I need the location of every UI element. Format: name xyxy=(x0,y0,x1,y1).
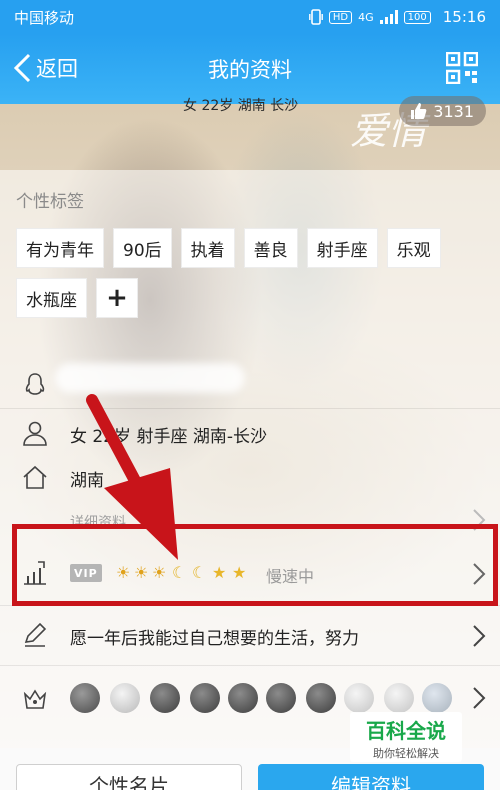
tags-list: 有为青年 90后 执着 善良 射手座 乐观 水瓶座 + xyxy=(16,228,486,318)
network-type: 4G xyxy=(358,10,374,24)
tag-item[interactable]: 90后 xyxy=(113,228,172,268)
divider xyxy=(0,665,500,666)
status-bar: 中国移动 HD 4G 100 15:16 xyxy=(0,0,500,34)
page-title: 我的资料 xyxy=(208,58,292,82)
profile-card-button[interactable]: 个性名片 xyxy=(16,764,242,790)
medal-badge-icon[interactable] xyxy=(110,683,140,713)
medal-badge-icon[interactable] xyxy=(70,683,100,713)
likes-button[interactable]: 3131 xyxy=(399,96,486,126)
medal-badge-icon[interactable] xyxy=(228,683,258,713)
thumbs-up-icon xyxy=(411,103,427,119)
medal-badge-icon[interactable] xyxy=(344,683,374,713)
watermark-subtitle: 助你轻松解决 xyxy=(373,747,439,760)
highlight-box xyxy=(12,524,498,606)
medal-badge-icon[interactable] xyxy=(190,683,220,713)
crown-icon xyxy=(23,689,47,709)
medal-badge-icon[interactable] xyxy=(266,683,296,713)
tag-item[interactable]: 水瓶座 xyxy=(16,278,87,318)
tag-item[interactable]: 善良 xyxy=(243,228,298,268)
edit-profile-button[interactable]: 编辑资料 xyxy=(258,764,484,790)
tag-item[interactable]: 有为青年 xyxy=(16,228,104,268)
carrier-name: 中国移动 xyxy=(14,8,75,27)
medal-badge-icon[interactable] xyxy=(150,683,180,713)
watermark-logo: 百科全说 xyxy=(366,719,446,743)
signature-text[interactable]: 愿一年后我能过自己想要的生活，努力 xyxy=(70,624,359,649)
divider xyxy=(0,408,500,409)
clock: 15:16 xyxy=(442,8,486,26)
status-icons: HD 4G 100 15:16 xyxy=(309,8,486,26)
watermark: 百科全说 助你轻松解决 xyxy=(350,712,462,762)
hometown-text: 湖南 xyxy=(70,471,104,491)
vibrate-icon xyxy=(309,9,323,25)
profile-summary: 女 22岁 湖南 长沙 xyxy=(183,98,299,114)
person-icon xyxy=(23,421,47,446)
tag-item[interactable]: 乐观 xyxy=(386,228,441,268)
hd-indicator: HD xyxy=(328,10,353,24)
likes-count: 3131 xyxy=(433,101,474,121)
medal-badge-icon[interactable] xyxy=(306,683,336,713)
qq-number-blurred xyxy=(55,363,245,393)
basic-info-text: 女 22岁 射手座 湖南-长沙 xyxy=(70,427,267,447)
qq-penguin-icon xyxy=(25,373,45,395)
qr-code-icon[interactable] xyxy=(446,52,478,84)
tags-section-title: 个性标签 xyxy=(16,192,84,212)
pencil-icon xyxy=(24,622,47,647)
add-tag-button[interactable]: + xyxy=(96,278,138,318)
battery-level: 100 xyxy=(403,10,431,24)
tag-item[interactable]: 执着 xyxy=(180,228,235,268)
medal-badge-icon[interactable] xyxy=(422,683,452,713)
chevron-right-icon[interactable] xyxy=(472,624,486,648)
header: 返回 我的资料 xyxy=(0,34,500,104)
tag-item[interactable]: 射手座 xyxy=(306,228,378,268)
signal-icon xyxy=(379,10,398,24)
home-icon xyxy=(23,465,47,489)
medal-badge-icon[interactable] xyxy=(384,683,414,713)
chevron-right-icon[interactable] xyxy=(472,686,486,710)
